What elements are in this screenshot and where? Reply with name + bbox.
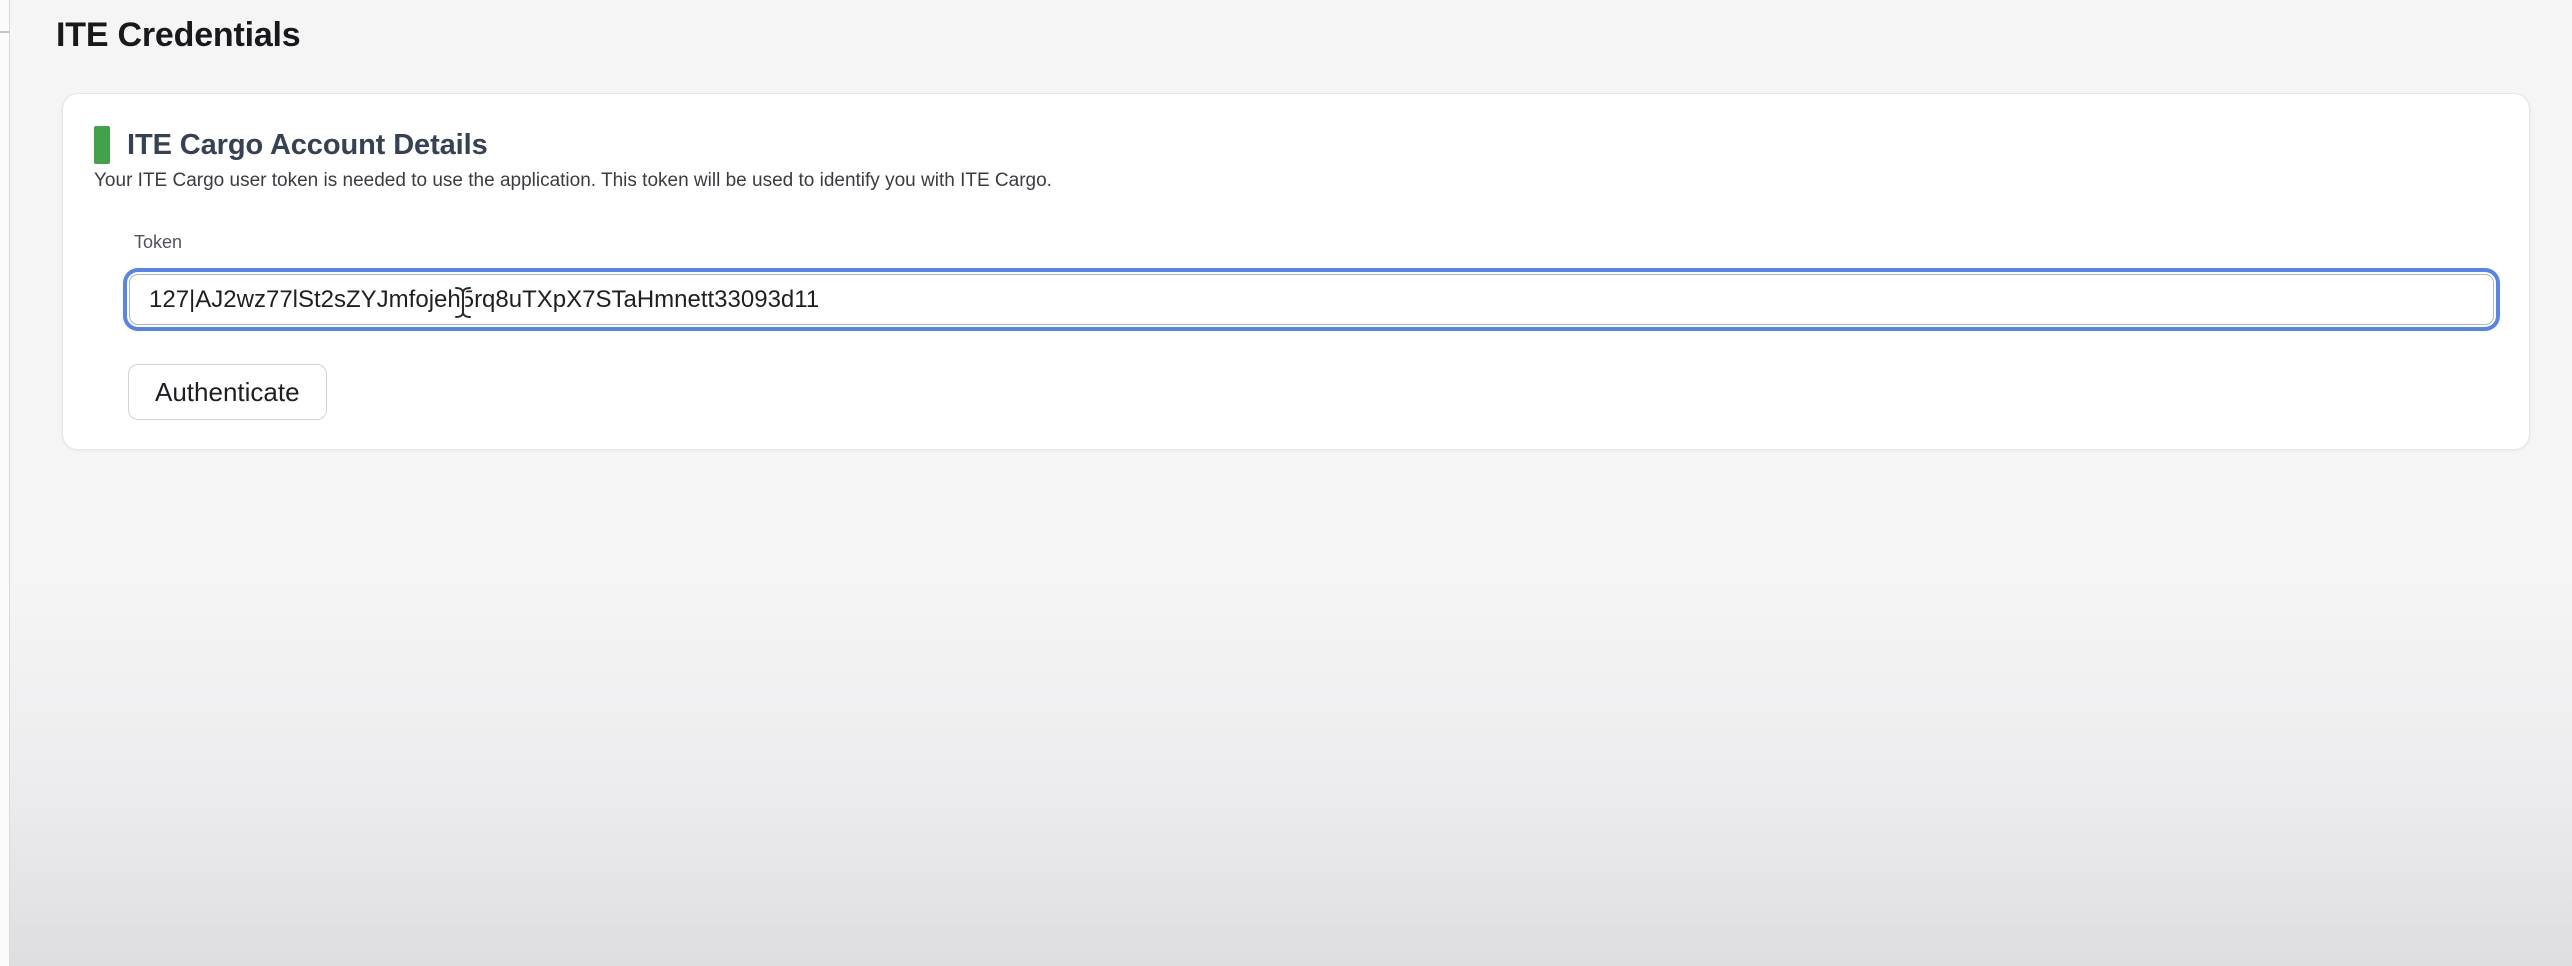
accent-bar [94, 126, 110, 164]
token-input[interactable] [129, 274, 2494, 325]
sidebar-edge-divider [0, 31, 10, 33]
card-header: ITE Cargo Account Details [94, 126, 488, 164]
credentials-card: ITE Cargo Account Details Your ITE Cargo… [62, 93, 2530, 450]
page-title: ITE Credentials [56, 16, 301, 55]
authenticate-button[interactable]: Authenticate [128, 364, 327, 420]
token-label: Token [134, 232, 182, 253]
card-description: Your ITE Cargo user token is needed to u… [94, 170, 1052, 192]
card-title: ITE Cargo Account Details [127, 129, 488, 162]
sidebar-edge[interactable] [0, 0, 10, 966]
